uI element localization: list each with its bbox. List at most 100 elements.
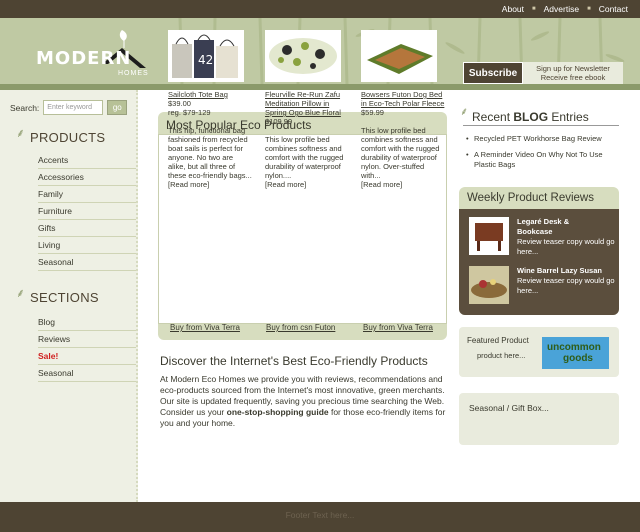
product-card: Bowsers Futon Dog Bed in Eco-Tech Polar … bbox=[361, 30, 445, 189]
logo-text: goods bbox=[563, 353, 593, 364]
sections-heading: ⸙ SECTIONS bbox=[16, 286, 99, 305]
svg-text:42: 42 bbox=[198, 53, 213, 67]
product-card: Fleurville Re-Run Zafu Meditation Pillow… bbox=[265, 30, 349, 189]
buy-link[interactable]: Buy from csn Futon bbox=[266, 323, 335, 332]
products-heading: ⸙ PRODUCTS bbox=[16, 126, 106, 145]
review-text: Wine Barrel Lazy Susan Review teaser cop… bbox=[517, 266, 617, 296]
search-box: Search: Enter keyword go bbox=[10, 100, 128, 115]
buy-link[interactable]: Buy from Viva Terra bbox=[170, 323, 240, 332]
left-sidebar: Search: Enter keyword go ⸙ PRODUCTS Acce… bbox=[0, 90, 138, 502]
nav-item-sale[interactable]: Sale! bbox=[38, 348, 136, 365]
blog-entry[interactable]: Recycled PET Workhorse Bag Review bbox=[466, 134, 621, 144]
pillow-image[interactable] bbox=[265, 30, 341, 82]
dog-bed-icon bbox=[361, 30, 437, 82]
nav-separator: ■ bbox=[587, 6, 591, 12]
nav-item-blog[interactable]: Blog bbox=[38, 314, 136, 331]
product-price: $109.99 bbox=[265, 117, 293, 126]
nav-item-gifts[interactable]: Gifts bbox=[38, 220, 136, 237]
products-nav: Accents Accessories Family Furniture Gif… bbox=[38, 152, 136, 271]
site-logo[interactable]: MODERN HOMES bbox=[36, 26, 156, 82]
subscribe-button[interactable]: Subscribe bbox=[463, 62, 523, 84]
discover-text: At Modern Eco Homes we provide you with … bbox=[160, 374, 450, 429]
nav-item-reviews[interactable]: Reviews bbox=[38, 331, 136, 348]
subscribe-line-1: Sign up for Newsletter bbox=[536, 64, 610, 73]
product-name[interactable]: Bowsers Futon Dog Bed in Eco-Tech Polar … bbox=[361, 90, 445, 108]
read-more-link[interactable]: [Read more] bbox=[265, 180, 349, 189]
review-title: Bookcase bbox=[517, 227, 553, 236]
nav-item-living[interactable]: Living bbox=[38, 237, 136, 254]
featured-label: Featured Product bbox=[467, 336, 529, 345]
weekly-reviews-panel: Weekly Product Reviews Legaré Desk & Boo… bbox=[459, 187, 619, 315]
featured-product-box: Featured Product product here... uncommo… bbox=[459, 327, 619, 377]
tote-bag-icon: 42 bbox=[168, 30, 244, 82]
subscribe-text: Sign up for Newsletter Receive free eboo… bbox=[523, 62, 623, 84]
blog-heading: ⸙ Recent BLOG Entries bbox=[460, 106, 589, 124]
advertise-link[interactable]: Advertise bbox=[544, 4, 579, 14]
tote-bag-image[interactable]: 42 bbox=[168, 30, 244, 82]
review-text: Legaré Desk & Bookcase Review teaser cop… bbox=[517, 217, 617, 257]
discover-section: Discover the Internet's Best Eco-Friendl… bbox=[160, 354, 450, 429]
nav-item-seasonal[interactable]: Seasonal bbox=[38, 254, 136, 271]
top-nav: About ■ Advertise ■ Contact bbox=[502, 4, 628, 14]
product-card: 42 Sailcloth Tote Bag $39.00 reg. $79-12… bbox=[168, 30, 252, 189]
uncommon-goods-logo[interactable]: uncommon goods bbox=[542, 337, 609, 369]
leaf-icon: ⸙ bbox=[16, 286, 26, 300]
blog-title-suffix: Entries bbox=[548, 110, 589, 124]
blog-entry[interactable]: A Reminder Video On Why Not To Use Plast… bbox=[466, 150, 621, 170]
blog-entries: Recycled PET Workhorse Bag Review A Remi… bbox=[466, 134, 621, 176]
nav-separator: ■ bbox=[532, 6, 536, 12]
product-range: reg. $79-129 bbox=[168, 108, 211, 117]
nav-item-accents[interactable]: Accents bbox=[38, 152, 136, 169]
nav-item-family[interactable]: Family bbox=[38, 186, 136, 203]
sections-nav: Blog Reviews Sale! Seasonal bbox=[38, 314, 136, 382]
buy-link[interactable]: Buy from Viva Terra bbox=[363, 323, 433, 332]
product-name[interactable]: Fleurville Re-Run Zafu Meditation Pillow… bbox=[265, 90, 349, 117]
review-title: Wine Barrel Lazy Susan bbox=[517, 266, 602, 275]
discover-title: Discover the Internet's Best Eco-Friendl… bbox=[160, 354, 428, 368]
products-title: PRODUCTS bbox=[30, 130, 106, 145]
product-description: This hip, functional bag fashioned from … bbox=[168, 126, 252, 180]
nav-item-seasonal-section[interactable]: Seasonal bbox=[38, 365, 136, 382]
review-item[interactable]: Wine Barrel Lazy Susan Review teaser cop… bbox=[469, 266, 617, 306]
leaf-icon: ⸙ bbox=[460, 106, 469, 118]
contact-link[interactable]: Contact bbox=[599, 4, 628, 14]
top-bar: About ■ Advertise ■ Contact bbox=[0, 0, 640, 18]
logo-wordmark: MODERN bbox=[36, 48, 132, 69]
review-item[interactable]: Legaré Desk & Bookcase Review teaser cop… bbox=[469, 217, 617, 257]
leaf-icon: ⸙ bbox=[16, 126, 26, 140]
review-teaser: Review teaser copy would go here... bbox=[517, 237, 615, 256]
product-price: $39.00 bbox=[168, 99, 191, 108]
logo-text: uncommon bbox=[547, 342, 601, 353]
read-more-link[interactable]: [Read more] bbox=[168, 180, 252, 189]
nav-item-accessories[interactable]: Accessories bbox=[38, 169, 136, 186]
subscribe-line-2: Receive free ebook bbox=[540, 73, 606, 82]
desk-icon bbox=[469, 217, 509, 255]
about-link[interactable]: About bbox=[502, 4, 524, 14]
sections-title: SECTIONS bbox=[30, 290, 99, 305]
read-more-link[interactable]: [Read more] bbox=[361, 180, 445, 189]
search-label: Search: bbox=[10, 102, 40, 113]
weekly-reviews-title: Weekly Product Reviews bbox=[467, 192, 594, 204]
nav-item-furniture[interactable]: Furniture bbox=[38, 203, 136, 220]
search-input[interactable]: Enter keyword bbox=[43, 100, 104, 115]
divider bbox=[463, 125, 619, 126]
logo-subtitle: HOMES bbox=[118, 70, 149, 77]
product-name[interactable]: Sailcloth Tote Bag bbox=[168, 90, 252, 99]
footer-text: Footer Text here... bbox=[285, 510, 355, 520]
lazy-susan-icon bbox=[469, 266, 509, 304]
lazy-susan-image bbox=[469, 266, 509, 304]
desk-image bbox=[469, 217, 509, 255]
search-go-button[interactable]: go bbox=[107, 100, 128, 115]
blog-title-bold: BLOG bbox=[513, 110, 549, 124]
product-description: This low profile bed combines softness a… bbox=[265, 135, 344, 180]
pillow-icon bbox=[265, 30, 341, 82]
featured-sub: product here... bbox=[477, 351, 526, 360]
seasonal-label: Seasonal / Gift Box... bbox=[469, 403, 549, 413]
product-description: This low profile bed combines softness a… bbox=[361, 126, 440, 180]
newsletter-subscribe[interactable]: Subscribe Sign up for Newsletter Receive… bbox=[463, 62, 623, 84]
blog-title-prefix: Recent bbox=[472, 110, 514, 124]
review-title: Legaré Desk & bbox=[517, 217, 570, 226]
dog-bed-image[interactable] bbox=[361, 30, 437, 82]
seasonal-gift-box: Seasonal / Gift Box... bbox=[459, 393, 619, 445]
review-teaser: Review teaser copy would go here... bbox=[517, 276, 615, 295]
